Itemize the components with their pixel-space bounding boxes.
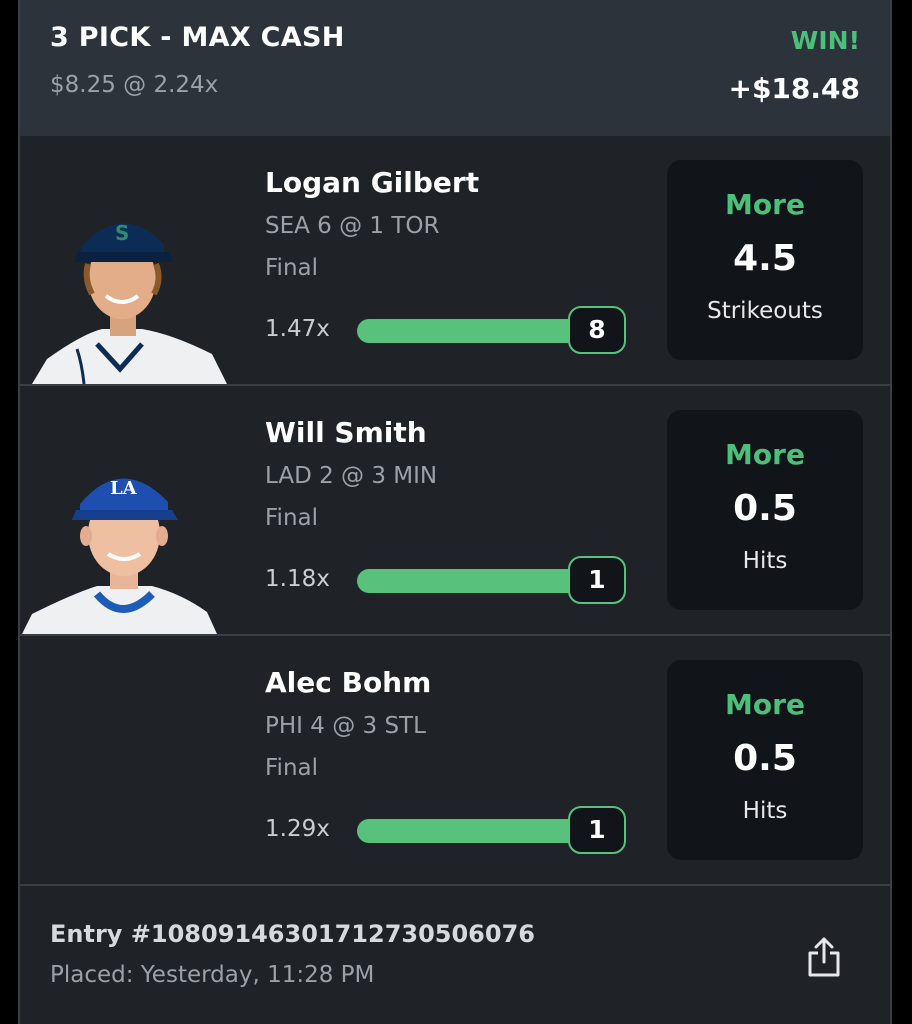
pick-direction: More (725, 688, 805, 721)
game-score: SEA 6 @ 1 TOR (265, 213, 440, 239)
entry-stake: $8.25 @ 2.24x (50, 72, 219, 98)
pick-multiplier: 1.47x (265, 316, 330, 342)
pick-direction: More (725, 438, 805, 471)
pick-row[interactable]: LA Will Smith LAD 2 @ 3 MIN Final 1.18x … (20, 386, 890, 636)
player-name: Alec Bohm (265, 666, 432, 699)
actual-stat-badge: 1 (568, 806, 626, 854)
pick-stat: Hits (742, 798, 788, 824)
progress-bar (357, 819, 587, 843)
share-icon[interactable] (806, 936, 842, 978)
pick-direction: More (725, 188, 805, 221)
actual-stat-badge: 8 (568, 306, 626, 354)
game-status: Final (265, 755, 319, 781)
pick-row[interactable]: Alec Bohm PHI 4 @ 3 STL Final 1.29x 1 Mo… (20, 636, 890, 886)
game-status: Final (265, 255, 319, 281)
entry-card: 3 PICK - MAX CASH $8.25 @ 2.24x WIN! +$1… (18, 0, 892, 1024)
game-status: Final (265, 505, 319, 531)
payout-amount: +$18.48 (728, 72, 860, 105)
player-photo: LA (22, 434, 232, 634)
game-score: LAD 2 @ 3 MIN (265, 463, 438, 489)
pick-line: 0.5 (733, 738, 797, 779)
pick-projection: More 0.5 Hits (667, 410, 863, 610)
progress-bar (357, 569, 587, 593)
pick-multiplier: 1.29x (265, 816, 330, 842)
pick-row[interactable]: S Logan Gilbert SEA 6 @ 1 TOR Final 1.47… (20, 136, 890, 386)
pick-line: 4.5 (733, 238, 797, 279)
pick-projection: More 4.5 Strikeouts (667, 160, 863, 360)
pick-stat: Hits (742, 548, 788, 574)
entry-title: 3 PICK - MAX CASH (50, 22, 345, 53)
entry-header: 3 PICK - MAX CASH $8.25 @ 2.24x WIN! +$1… (20, 0, 890, 136)
pick-line: 0.5 (733, 488, 797, 529)
actual-stat-badge: 1 (568, 556, 626, 604)
svg-text:LA: LA (110, 478, 138, 499)
game-score: PHI 4 @ 3 STL (265, 713, 426, 739)
pick-multiplier: 1.18x (265, 566, 330, 592)
svg-text:S: S (115, 221, 129, 245)
entry-id: Entry #10809146301712730506076 (50, 920, 535, 948)
player-name: Logan Gilbert (265, 166, 480, 199)
pick-projection: More 0.5 Hits (667, 660, 863, 860)
player-name: Will Smith (265, 416, 427, 449)
entry-footer: Entry #10809146301712730506076 Placed: Y… (20, 888, 890, 1024)
player-photo: S (22, 184, 232, 384)
result-badge: WIN! (790, 26, 860, 55)
progress-bar (357, 319, 587, 343)
pick-stat: Strikeouts (707, 298, 823, 324)
placed-time: Placed: Yesterday, 11:28 PM (50, 962, 375, 988)
